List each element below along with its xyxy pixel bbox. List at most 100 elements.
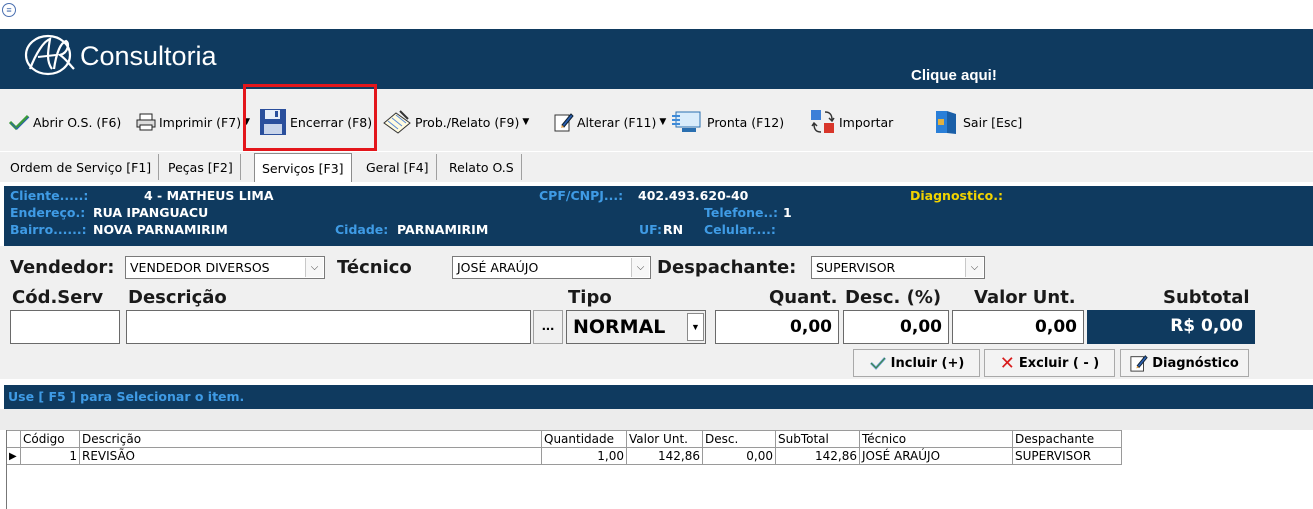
tipo-select[interactable]: NORMAL [566, 310, 706, 344]
app-icon: ≡ [2, 3, 16, 17]
chevron-down-icon[interactable]: ▼ [687, 313, 704, 341]
chevron-down-icon[interactable]: ▼ [659, 117, 666, 127]
valor-label: Valor Unt. [974, 287, 1076, 308]
descricao-label: Descrição [128, 287, 227, 308]
cell-subtotal[interactable]: 142,86 [775, 447, 860, 465]
chevron-down-icon[interactable]: ▼ [522, 117, 529, 127]
vendedor-select[interactable]: VENDEDOR DIVERSOS ⌵ [125, 256, 325, 279]
incluir-label: Incluir (+) [890, 355, 965, 371]
valor-unitario-input[interactable]: 0,00 [952, 310, 1084, 344]
cpf-label: CPF/CNPJ...: [539, 188, 624, 203]
despachante-select[interactable]: SUPERVISOR ⌵ [811, 256, 985, 279]
tab-ordem-servico[interactable]: Ordem de Serviço [F1] [3, 154, 160, 180]
tecnico-select[interactable]: JOSÉ ARAÚJO ⌵ [452, 256, 651, 279]
importar-label: Importar [839, 114, 894, 130]
hint-text: Use [ F5 ] para Selecionar o item. [8, 389, 245, 404]
cell-descricao[interactable]: REVISÃO [79, 447, 542, 465]
imprimir-button[interactable]: Imprimir (F7) ▼ [136, 102, 250, 142]
subtotal-label: Subtotal [1163, 287, 1250, 308]
vendedor-value: VENDEDOR DIVERSOS [130, 260, 270, 275]
cell-valor[interactable]: 142,86 [626, 447, 703, 465]
brand-name: Consultoria [80, 41, 217, 71]
tipo-value: NORMAL [573, 316, 666, 338]
cell-quantidade[interactable]: 1,00 [541, 447, 627, 465]
tab-servicos[interactable]: Serviços [F3] [254, 153, 352, 182]
sair-label: Sair [Esc] [963, 114, 1023, 130]
edit-pencil-icon [1130, 355, 1148, 372]
despachante-value: SUPERVISOR [816, 260, 896, 275]
diagnostico-label: Diagnóstico [1152, 355, 1239, 371]
imprimir-label: Imprimir (F7) [159, 114, 242, 130]
col-header[interactable]: Técnico [859, 430, 1013, 448]
endereco-value: RUA IPANGUACU [93, 205, 209, 220]
desconto-input[interactable]: 0,00 [843, 310, 949, 344]
excluir-button[interactable]: ✕ Excluir ( - ) [984, 349, 1115, 377]
importar-button[interactable]: Importar [810, 102, 893, 142]
computer-icon [672, 111, 701, 132]
row-indicator-header [6, 430, 21, 448]
col-header[interactable]: Desc. [702, 430, 776, 448]
telefone-label: Telefone..: [704, 205, 779, 220]
alterar-button[interactable]: Alterar (F11) ▼ [554, 102, 666, 142]
diagnostico-label: Diagnostico.: [910, 188, 1003, 203]
grid-spacer [0, 409, 1313, 430]
cpf-value: 402.493.620-40 [638, 188, 749, 203]
chevron-down-icon[interactable]: ⌵ [305, 258, 323, 277]
cliente-label: Cliente.....: [10, 188, 89, 203]
excluir-label: Excluir ( - ) [1018, 355, 1100, 371]
sair-button[interactable]: Sair [Esc] [934, 102, 1022, 142]
cidade-label: Cidade: [335, 222, 389, 237]
bairro-label: Bairro......: [10, 222, 87, 237]
codserv-label: Cód.Serv [12, 287, 104, 308]
exit-door-icon [936, 111, 956, 134]
chevron-down-icon[interactable]: ⌵ [965, 258, 983, 277]
cell-codigo[interactable]: 1 [20, 447, 80, 465]
quantidade-input[interactable]: 0,00 [715, 310, 839, 344]
endereco-label: Endereço.: [10, 205, 86, 220]
abrir-os-label: Abrir O.S. (F6) [33, 114, 122, 130]
edit-pencil-icon [554, 113, 574, 132]
vendedor-label: Vendedor: [10, 257, 115, 278]
chevron-down-icon[interactable]: ⌵ [631, 258, 649, 277]
close-icon: ✕ [999, 352, 1015, 374]
cidade-value: PARNAMIRIM [397, 222, 489, 237]
search-dots-button[interactable]: ... [533, 310, 563, 344]
pronta-label: Pronta (F12) [707, 114, 785, 130]
cell-despachante[interactable]: SUPERVISOR [1012, 447, 1122, 465]
col-header[interactable]: Quantidade [541, 430, 627, 448]
col-header[interactable]: SubTotal [775, 430, 860, 448]
tab-geral[interactable]: Geral [F4] [359, 154, 437, 180]
pronta-button[interactable]: Pronta (F12) [670, 102, 784, 142]
tipo-label: Tipo [568, 287, 612, 308]
cell-desc[interactable]: 0,00 [702, 447, 776, 465]
tecnico-value: JOSÉ ARAÚJO [457, 260, 539, 275]
tab-pecas[interactable]: Peças [F2] [161, 154, 241, 180]
col-header[interactable]: Valor Unt. [626, 430, 703, 448]
tab-relato-os[interactable]: Relato O.S [442, 154, 522, 180]
uf-label: UF: [639, 222, 663, 237]
col-header[interactable]: Descrição [79, 430, 542, 448]
col-header[interactable]: Código [20, 430, 80, 448]
table-row[interactable]: ▶ 1 REVISÃO 1,00 142,86 0,00 142,86 JOSÉ… [6, 447, 1122, 465]
incluir-button[interactable]: Incluir (+) [853, 349, 980, 377]
cell-tecnico[interactable]: JOSÉ ARAÚJO [859, 447, 1013, 465]
descricao-input[interactable] [126, 310, 531, 344]
despachante-label: Despachante: [657, 257, 797, 278]
codserv-input[interactable] [10, 310, 120, 344]
checkmark-icon [8, 114, 30, 131]
uf-value: RN [663, 222, 684, 237]
celular-label: Celular....: [704, 222, 776, 237]
col-header[interactable]: Despachante [1012, 430, 1122, 448]
prob-relato-button[interactable]: Prob./Relato (F9) ▼ [382, 102, 529, 142]
quant-label: Quant. [769, 287, 838, 308]
prob-relato-label: Prob./Relato (F9) [415, 114, 520, 130]
bairro-value: NOVA PARNAMIRIM [93, 222, 228, 237]
diagnostico-button[interactable]: Diagnóstico [1120, 349, 1249, 377]
desc-label: Desc. (%) [845, 287, 942, 308]
checkmark-icon [869, 357, 886, 370]
logo-icon [24, 34, 75, 76]
clique-aqui-link[interactable]: Clique aqui! [911, 67, 997, 84]
abrir-os-button[interactable]: Abrir O.S. (F6) [8, 102, 121, 142]
highlight-box [243, 84, 377, 151]
table-header-row: Código Descrição Quantidade Valor Unt. D… [6, 430, 1122, 448]
